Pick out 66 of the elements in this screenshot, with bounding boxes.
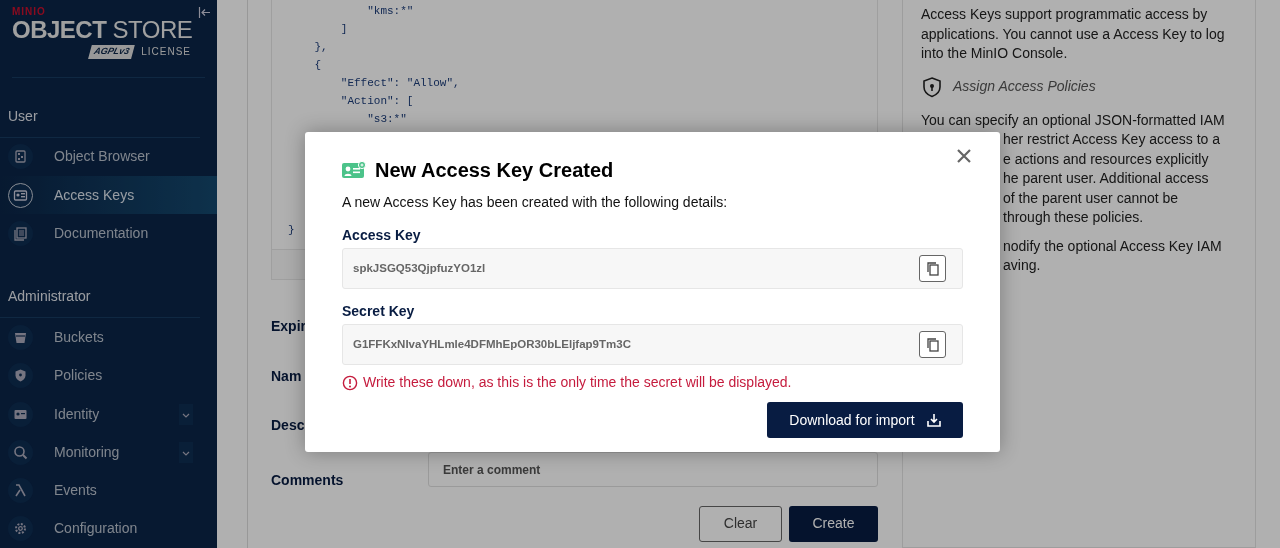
code-line: }, — [313, 40, 328, 55]
gear-icon — [13, 521, 28, 537]
magnifier-icon — [13, 444, 28, 460]
section-heading: Administrator — [0, 252, 200, 319]
key-label: Secret Key — [342, 302, 416, 321]
field-label: Expir — [271, 317, 306, 337]
id-card-icon — [342, 161, 366, 179]
sidebar-item[interactable]: Configuration — [0, 509, 217, 548]
sidebar-item[interactable]: Buckets — [0, 318, 217, 357]
sidebar-item[interactable]: Object Browser — [0, 137, 217, 176]
close-button[interactable] — [956, 148, 972, 164]
help-text: You can specify an optional JSON-formatted IAM — [921, 110, 1225, 130]
code-line: { — [313, 58, 321, 73]
key-field[interactable]: G1FFKxNIvaYHLmle4DFMhEpOR30bLEljfap9Tm3C — [342, 324, 963, 365]
download-icon — [926, 413, 941, 427]
help-text: nodify the optional Access Key IAM — [1003, 236, 1222, 256]
sidebar-item[interactable]: Events — [0, 471, 217, 510]
sidebar-item[interactable]: Identity — [0, 394, 217, 434]
help-text: e actions and resources explicitly — [1003, 149, 1209, 169]
help-text: through these policies. — [1003, 208, 1144, 227]
section-heading: User — [0, 77, 200, 138]
shield-icon — [921, 75, 943, 98]
brand-logo-text: MINIO — [12, 6, 47, 18]
code-line: } — [288, 223, 295, 238]
browser-icon — [13, 149, 28, 165]
modal-description: A new Access Key has been created with the following details: — [342, 193, 729, 212]
documents-icon — [13, 225, 28, 241]
clear-button[interactable]: Clear — [699, 505, 782, 542]
field-label: Comments — [271, 471, 345, 490]
help-text: aving. — [1003, 256, 1041, 275]
code-line: "Action": [ — [339, 94, 414, 109]
help-text: of the parent user cannot be — [1003, 188, 1179, 208]
lambda-icon — [13, 483, 28, 499]
sidebar-item[interactable]: Monitoring — [0, 433, 217, 472]
warning-icon — [342, 374, 358, 391]
license-badge: AGPLv3 — [88, 44, 135, 59]
copy-button[interactable] — [919, 255, 946, 282]
field-label: Desc — [271, 416, 305, 436]
close-icon — [956, 148, 972, 164]
code-line: "kms:*" — [366, 4, 414, 19]
warning-text: Write these down, as this is the only time the secret will be displayed. — [363, 373, 792, 392]
key-label: Access Key — [342, 226, 422, 245]
code-line: ] — [339, 22, 348, 37]
code-line: "Effect": "Allow", — [339, 76, 460, 91]
help-text: Access Keys support programmatic access by applications. You cannot use a Access Key to log into the MinIO Console. — [921, 5, 1226, 63]
product-name: OBJECT STORE — [12, 18, 193, 42]
copy-button[interactable] — [919, 331, 946, 358]
comment-field[interactable]: Enter a comment — [428, 452, 878, 487]
help-text: her restrict Access Key access to a — [1003, 130, 1221, 149]
copy-icon — [925, 261, 940, 276]
id-card-icon — [13, 187, 28, 203]
sidebar-item[interactable]: Documentation — [0, 214, 217, 253]
shield-icon — [13, 368, 28, 384]
modal-title: New Access Key Created — [375, 158, 614, 183]
code-line: "s3:*" — [366, 112, 407, 127]
field-label: Nam — [271, 366, 302, 386]
help-heading: Assign Access Policies — [953, 76, 1096, 96]
bucket-icon — [13, 330, 28, 346]
license-label: LICENSE — [141, 45, 191, 59]
create-button[interactable]: Create — [789, 505, 878, 542]
copy-icon — [925, 337, 940, 352]
key-field[interactable]: spkJSGQ53QjpfuzYO1zl — [342, 248, 963, 289]
help-text: he parent user. Additional access — [1003, 169, 1209, 188]
collapse-icon[interactable] — [198, 6, 211, 20]
sidebar-item[interactable]: Policies — [0, 356, 217, 395]
download-button[interactable]: Download for import — [767, 402, 963, 438]
